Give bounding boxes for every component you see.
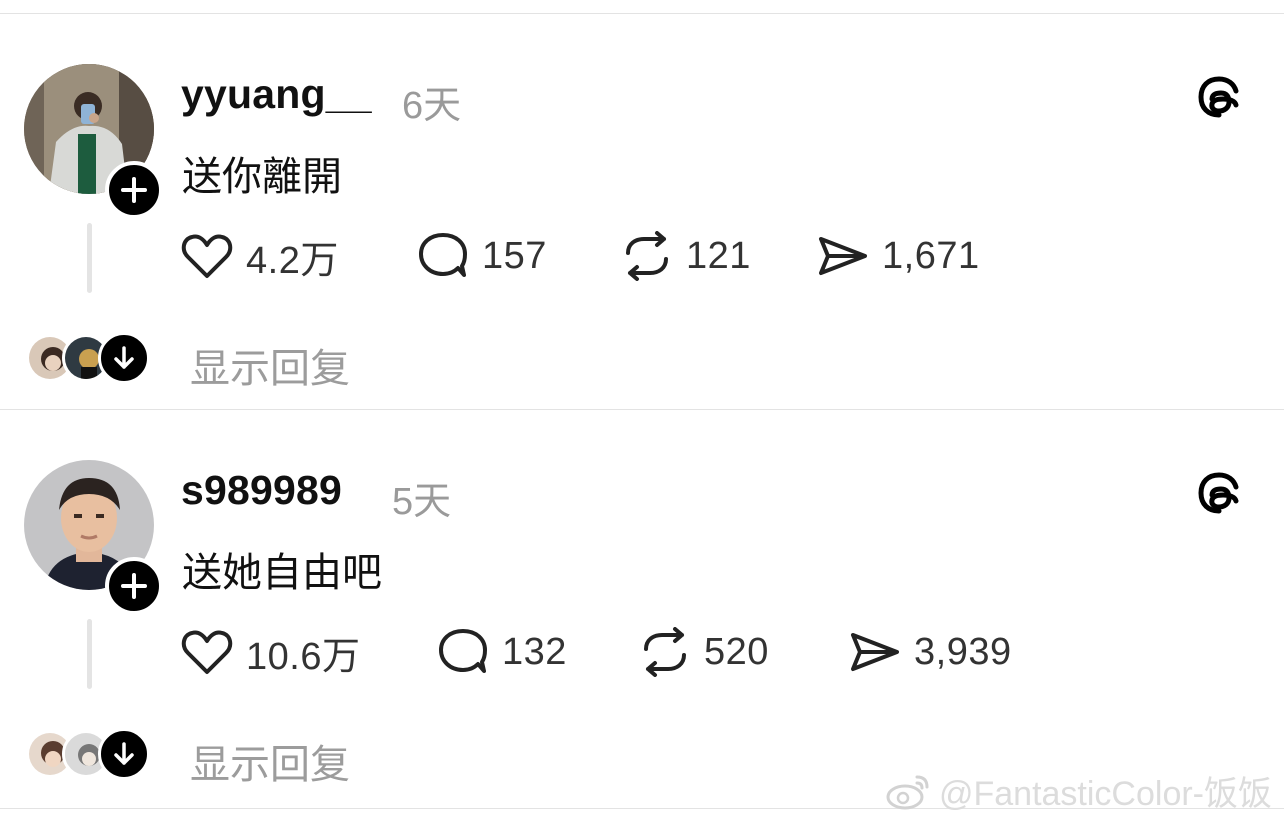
comment-count: 157 — [482, 234, 547, 277]
share-button[interactable]: 1,671 — [816, 228, 980, 284]
repost-count: 520 — [704, 630, 769, 673]
watermark-text: @FantasticColor-饭饭 — [938, 775, 1272, 813]
like-button[interactable]: 10.6万 — [180, 624, 360, 680]
repost-button[interactable]: 520 — [638, 624, 769, 680]
reply-avatars[interactable] — [26, 330, 150, 386]
post-card: s989989 5天 送她自由吧 10.6万 132 520 3,939 显示回… — [0, 410, 1284, 807]
like-count: 4.2万 — [246, 239, 339, 282]
like-button[interactable]: 4.2万 — [180, 228, 339, 284]
show-replies-link[interactable]: 显示回复 — [190, 732, 350, 790]
heart-icon — [181, 630, 233, 674]
heart-icon — [181, 234, 233, 278]
plus-icon — [121, 177, 147, 203]
comment-button[interactable]: 132 — [436, 624, 567, 680]
follow-button[interactable] — [105, 161, 163, 219]
repost-icon — [644, 627, 686, 677]
arrow-down-icon — [114, 346, 134, 369]
threads-logo-icon[interactable] — [1196, 470, 1242, 516]
share-count: 1,671 — [882, 234, 980, 277]
post-text: 送她自由吧 — [182, 551, 382, 595]
username[interactable]: yyuang__ — [181, 71, 372, 118]
expand-replies-button[interactable] — [98, 332, 150, 384]
repost-count: 121 — [686, 234, 751, 277]
send-icon — [819, 237, 867, 275]
send-icon — [851, 633, 899, 671]
threads-logo-icon[interactable] — [1196, 74, 1242, 120]
share-button[interactable]: 3,939 — [848, 624, 1012, 680]
username[interactable]: s989989 — [181, 467, 342, 514]
arrow-down-icon — [114, 742, 134, 765]
thread-line — [87, 223, 92, 293]
plus-icon — [121, 573, 147, 599]
weibo-icon — [886, 775, 929, 809]
post-text: 送你離開 — [182, 155, 342, 199]
post-card: yyuang__ 6天 送你離開 4.2万 157 121 1,671 显示回复 — [0, 14, 1284, 411]
post-time: 5天 — [392, 481, 452, 523]
comment-icon — [439, 629, 487, 673]
watermark: @FantasticColor-饭饭 — [885, 766, 1272, 815]
comment-count: 132 — [502, 630, 567, 673]
like-count: 10.6万 — [246, 635, 361, 678]
expand-replies-button[interactable] — [98, 728, 150, 780]
show-replies-link[interactable]: 显示回复 — [190, 336, 350, 394]
follow-button[interactable] — [105, 557, 163, 615]
reply-avatars[interactable] — [26, 726, 150, 782]
share-count: 3,939 — [914, 630, 1012, 673]
thread-line — [87, 619, 92, 689]
repost-icon — [626, 231, 668, 281]
comment-button[interactable]: 157 — [416, 228, 547, 284]
post-time: 6天 — [402, 85, 462, 127]
repost-button[interactable]: 121 — [620, 228, 751, 284]
comment-icon — [419, 233, 467, 277]
